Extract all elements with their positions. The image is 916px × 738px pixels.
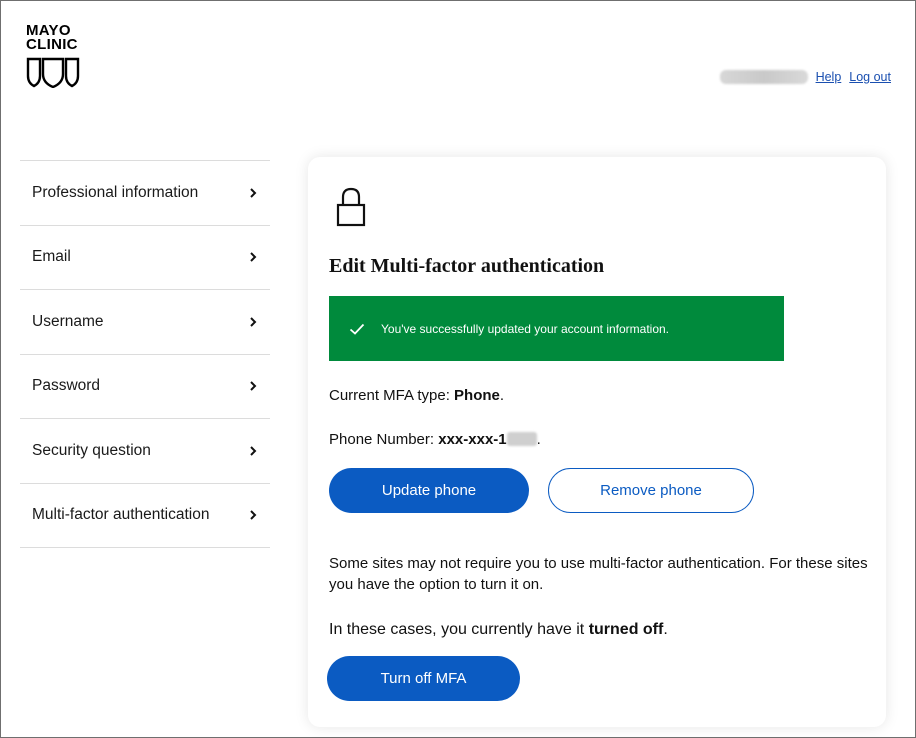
lock-icon (336, 187, 366, 227)
account-sidebar: Professional information Email Username … (20, 160, 270, 548)
chevron-right-icon (250, 381, 257, 391)
mfa-status-text: In these cases, you currently have it tu… (329, 621, 668, 639)
mfa-type-suffix: . (499, 387, 505, 404)
phone-suffix: . (536, 431, 541, 448)
header-user-links: Help Log out (719, 70, 891, 84)
phone-value: xxx-xxx-1 (438, 431, 507, 448)
mfa-edit-card: Edit Multi-factor authentication You've … (308, 157, 886, 727)
sidebar-item-multi-factor-authentication[interactable]: Multi-factor authentication (20, 484, 270, 548)
phone-number-line: Phone Number: xxx-xxx-1. (329, 431, 541, 448)
status-suffix: . (663, 621, 668, 638)
sidebar-item-email[interactable]: Email (20, 226, 270, 290)
sidebar-item-username[interactable]: Username (20, 290, 270, 355)
page-title: Edit Multi-factor authentication (329, 255, 605, 277)
update-phone-button[interactable]: Update phone (329, 468, 529, 513)
turn-off-mfa-button[interactable]: Turn off MFA (327, 656, 520, 701)
sidebar-item-label: Professional information (32, 183, 199, 201)
status-prefix: In these cases, you currently have it (329, 621, 589, 638)
sidebar-item-label: Username (32, 312, 104, 330)
sidebar-item-label: Email (32, 248, 71, 266)
sidebar-item-professional-information[interactable]: Professional information (20, 161, 270, 226)
sidebar-item-security-question[interactable]: Security question (20, 419, 270, 484)
remove-phone-button[interactable]: Remove phone (548, 468, 754, 513)
success-message: You've successfully updated your account… (381, 321, 670, 336)
chevron-right-icon (250, 252, 257, 262)
mfa-type-prefix: Current MFA type: (329, 387, 455, 404)
phone-prefix: Phone Number: (329, 431, 439, 448)
check-icon (349, 323, 365, 335)
sidebar-item-label: Multi-factor authentication (32, 506, 210, 524)
chevron-right-icon (250, 317, 257, 327)
user-name-redacted (719, 70, 808, 84)
sidebar-item-password[interactable]: Password (20, 355, 270, 419)
sidebar-item-label: Security question (32, 441, 151, 459)
chevron-right-icon (250, 510, 257, 520)
help-link[interactable]: Help (816, 70, 842, 84)
mayo-clinic-logo[interactable]: MAYO CLINIC (26, 23, 80, 88)
sidebar-item-label: Password (32, 377, 101, 395)
logout-link[interactable]: Log out (849, 70, 891, 84)
chevron-right-icon (250, 188, 257, 198)
logo-text-clinic: CLINIC (26, 36, 78, 53)
mayo-shield-icon (26, 57, 80, 88)
current-mfa-type: Current MFA type: Phone. (329, 387, 504, 404)
chevron-right-icon (250, 446, 257, 456)
phone-digits-redacted (506, 432, 537, 446)
status-value: turned off (588, 621, 664, 638)
mfa-type-value: Phone (454, 387, 500, 404)
mfa-info-text: Some sites may not require you to use mu… (329, 555, 868, 593)
success-banner: You've successfully updated your account… (329, 296, 784, 361)
